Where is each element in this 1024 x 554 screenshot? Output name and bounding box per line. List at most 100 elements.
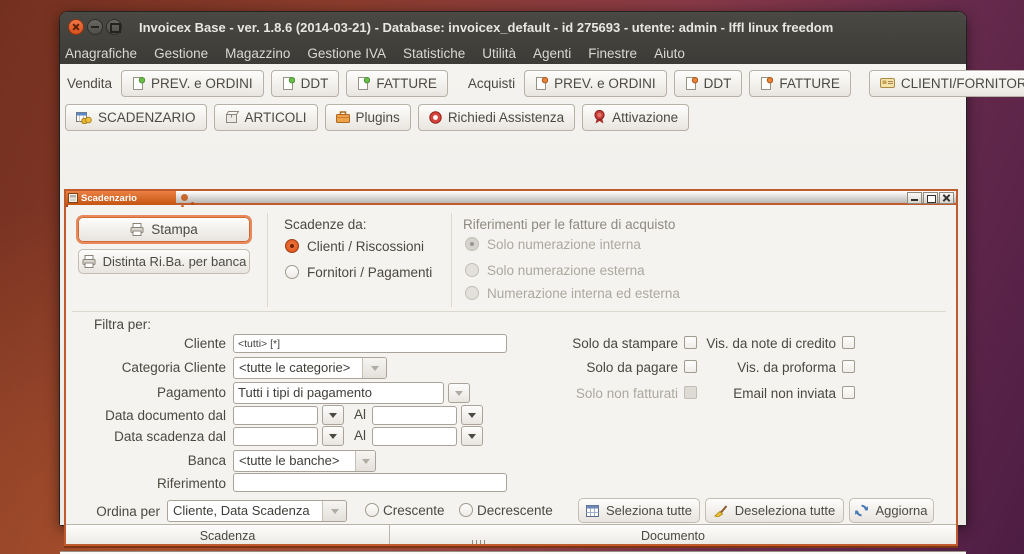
menu-aiuto[interactable]: Aiuto (654, 46, 685, 61)
scrollbar-grip[interactable] (472, 540, 488, 544)
data-scadenza-dal-input[interactable] (233, 427, 318, 446)
chevron-down-icon (355, 451, 375, 471)
scadenzario-minimize-button[interactable] (907, 192, 922, 204)
lifebuoy-icon (429, 111, 442, 124)
vis-da-note-di-credito-label[interactable]: Vis. da note di credito (616, 336, 836, 351)
radio-numerazione-interna-esterna-label: Numerazione interna ed esterna (487, 286, 680, 301)
minimize-button[interactable] (87, 19, 103, 35)
menubar: Anagrafiche Gestione Magazzino Gestione … (60, 42, 966, 64)
button-label: Stampa (151, 222, 198, 237)
ordina-per-select[interactable]: Cliente, Data Scadenza (167, 500, 347, 522)
ordina-per-label: Ordina per (70, 504, 160, 519)
richiedi-assistenza-button[interactable]: Richiedi Assistenza (418, 104, 575, 131)
broom-icon (714, 504, 728, 517)
banca-label: Banca (76, 453, 226, 468)
radio-crescente-label[interactable]: Crescente (383, 503, 445, 518)
acquisti-prev-ordini-button[interactable]: PREV. e ORDINI (524, 70, 667, 97)
menu-utilita[interactable]: Utilità (482, 46, 516, 61)
address-card-icon (880, 77, 895, 89)
scadenzario-close-button[interactable] (939, 192, 954, 204)
button-label: Seleziona tutte (606, 503, 692, 518)
new-document-green-icon (282, 77, 295, 90)
data-scadenza-dal-calendar-button[interactable] (322, 426, 344, 446)
menu-statistiche[interactable]: Statistiche (403, 46, 465, 61)
menu-finestre[interactable]: Finestre (588, 46, 637, 61)
riferimento-input[interactable] (233, 473, 507, 492)
chevron-down-icon (362, 358, 386, 378)
vendita-label: Vendita (67, 76, 112, 91)
data-documento-dal-calendar-button[interactable] (322, 405, 344, 425)
pagamento-label: Pagamento (76, 385, 226, 400)
scadenze-da-label: Scadenze da: (284, 217, 367, 232)
button-label: Richiedi Assistenza (448, 110, 564, 125)
data-documento-al-input[interactable] (372, 406, 457, 425)
radio-solo-numerazione-esterna (465, 263, 479, 277)
scadenzario-restore-button[interactable] (923, 192, 938, 204)
data-scadenza-dal-label: Data scadenza dal (76, 429, 226, 444)
scadenze-table-header: Scadenza Documento (66, 524, 956, 544)
data-scadenza-al-input[interactable] (372, 427, 457, 446)
plugins-button[interactable]: Plugins (325, 104, 411, 131)
scadenzario-button[interactable]: SCADENZARIO (65, 104, 207, 131)
pagamento-input[interactable]: Tutti i tipi di pagamento (233, 382, 444, 404)
vendita-prev-ordini-button[interactable]: PREV. e ORDINI (121, 70, 264, 97)
radio-numerazione-interna-esterna (465, 286, 479, 300)
new-document-green-icon (132, 77, 145, 90)
close-button[interactable] (68, 19, 84, 35)
deseleziona-tutte-button[interactable]: Deseleziona tutte (705, 498, 844, 523)
data-documento-al-calendar-button[interactable] (461, 405, 483, 425)
menu-anagrafiche[interactable]: Anagrafiche (65, 46, 137, 61)
radio-fornitori-pagamenti-label[interactable]: Fornitori / Pagamenti (307, 265, 432, 280)
stampa-button[interactable]: Stampa (78, 217, 250, 242)
desktop: Invoicex Base - ver. 1.8.6 (2014-03-21) … (0, 0, 1024, 554)
radio-decrescente[interactable] (459, 503, 473, 517)
distinta-riba-button[interactable]: Distinta Ri.Ba. per banca (78, 249, 250, 274)
aggiorna-button[interactable]: Aggiorna (849, 498, 934, 523)
button-label: Aggiorna (875, 503, 927, 518)
data-scadenza-al-calendar-button[interactable] (461, 426, 483, 446)
data-documento-dal-input[interactable] (233, 406, 318, 425)
radio-clienti-riscossioni[interactable] (285, 239, 299, 253)
acquisti-fatture-button[interactable]: FATTURE (749, 70, 851, 97)
button-label: Plugins (356, 110, 400, 125)
vendita-fatture-button[interactable]: FATTURE (346, 70, 448, 97)
maximize-button[interactable] (106, 19, 122, 35)
seleziona-tutte-button[interactable]: Seleziona tutte (578, 498, 700, 523)
button-label: ARTICOLI (245, 110, 307, 125)
scadenzario-window-icon (68, 193, 78, 203)
vis-da-note-di-credito-checkbox[interactable] (842, 336, 855, 349)
calendar-coins-icon (76, 111, 92, 124)
button-label: DDT (704, 76, 732, 91)
column-header-scadenza[interactable]: Scadenza (66, 525, 390, 544)
radio-crescente[interactable] (365, 503, 379, 517)
selected-value: <tutte le banche> (234, 451, 355, 471)
vis-da-proforma-checkbox[interactable] (842, 360, 855, 373)
menu-gestione-iva[interactable]: Gestione IVA (307, 46, 386, 61)
menu-gestione[interactable]: Gestione (154, 46, 208, 61)
clienti-fornitori-button[interactable]: CLIENTI/FORNITORI (869, 70, 1024, 97)
new-document-orange-icon (535, 77, 548, 90)
riferimento-label: Riferimento (76, 476, 226, 491)
email-non-inviata-checkbox[interactable] (842, 386, 855, 399)
vendita-ddt-button[interactable]: DDT (271, 70, 340, 97)
categoria-cliente-label: Categoria Cliente (76, 360, 226, 375)
new-document-orange-icon (760, 77, 773, 90)
scadenzario-window-controls (907, 192, 954, 204)
attivazione-button[interactable]: Attivazione (582, 104, 689, 131)
categoria-cliente-select[interactable]: <tutte le categorie> (233, 357, 387, 379)
toolbar-tools: SCADENZARIO ARTICOLI Plugins Richiedi As… (60, 103, 966, 131)
radio-fornitori-pagamenti[interactable] (285, 265, 299, 279)
articoli-button[interactable]: ARTICOLI (214, 104, 318, 131)
vis-da-proforma-label[interactable]: Vis. da proforma (616, 360, 836, 375)
menu-agenti[interactable]: Agenti (533, 46, 571, 61)
button-label: Distinta Ri.Ba. per banca (103, 254, 247, 269)
scadenzario-titlebar[interactable]: Scadenzario (66, 191, 956, 205)
menu-magazzino[interactable]: Magazzino (225, 46, 290, 61)
banca-select[interactable]: <tutte le banche> (233, 450, 376, 472)
acquisti-ddt-button[interactable]: DDT (674, 70, 743, 97)
radio-clienti-riscossioni-label[interactable]: Clienti / Riscossioni (307, 239, 424, 254)
radio-decrescente-label[interactable]: Decrescente (477, 503, 553, 518)
scadenzario-window-title: Scadenzario (81, 193, 137, 204)
email-non-inviata-label[interactable]: Email non inviata (616, 386, 836, 401)
window-title: Invoicex Base - ver. 1.8.6 (2014-03-21) … (139, 20, 833, 35)
